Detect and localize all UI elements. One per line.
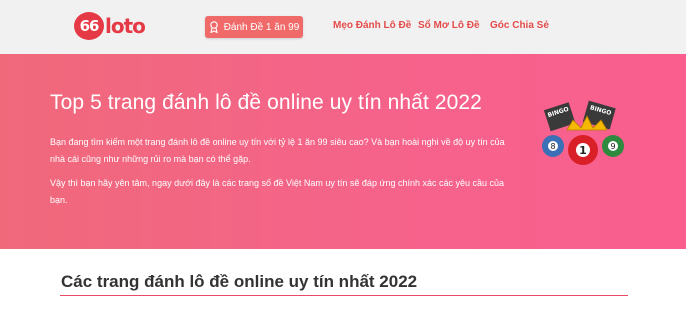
ball-center-number: 1 <box>579 144 587 157</box>
nav-item-so-mo-lo-de[interactable]: Sổ Mơ Lô Đề <box>418 20 480 31</box>
hero-paragraph-2: Vậy thì bạn hãy yên tâm, ngay dưới đây l… <box>50 178 505 205</box>
logo-badge: 66 <box>74 12 104 40</box>
award-icon <box>209 21 218 33</box>
site-logo[interactable]: 66 loto <box>74 12 146 40</box>
ball-right-number: 9 <box>610 142 615 151</box>
bingo-balls-illustration: BINGO BINGO 8 9 1 <box>542 100 624 165</box>
hero-paragraph-1: Bạn đang tìm kiếm một trang đánh lô đề o… <box>50 137 505 164</box>
logo-text: loto <box>105 14 146 38</box>
cta-label: Đánh Đề 1 ăn 99 <box>223 21 300 33</box>
hero-banner: Top 5 trang đánh lô đề online uy tín nhấ… <box>0 54 686 249</box>
page-title: Top 5 trang đánh lô đề online uy tín nhấ… <box>50 91 482 114</box>
ball-left-number: 8 <box>550 142 555 151</box>
section-divider <box>60 295 628 296</box>
nav-item-meo-danh-lo-de[interactable]: Mẹo Đánh Lô Đề <box>333 20 411 31</box>
site-header: 66 loto Đánh Đề 1 ăn 99 Mẹo Đánh Lô Đề S… <box>0 0 686 54</box>
nav-item-goc-chia-se[interactable]: Góc Chia Sẻ <box>490 20 549 31</box>
section-title: Các trang đánh lô đề online uy tín nhất … <box>61 272 418 291</box>
cta-button[interactable]: Đánh Đề 1 ăn 99 <box>205 16 303 38</box>
